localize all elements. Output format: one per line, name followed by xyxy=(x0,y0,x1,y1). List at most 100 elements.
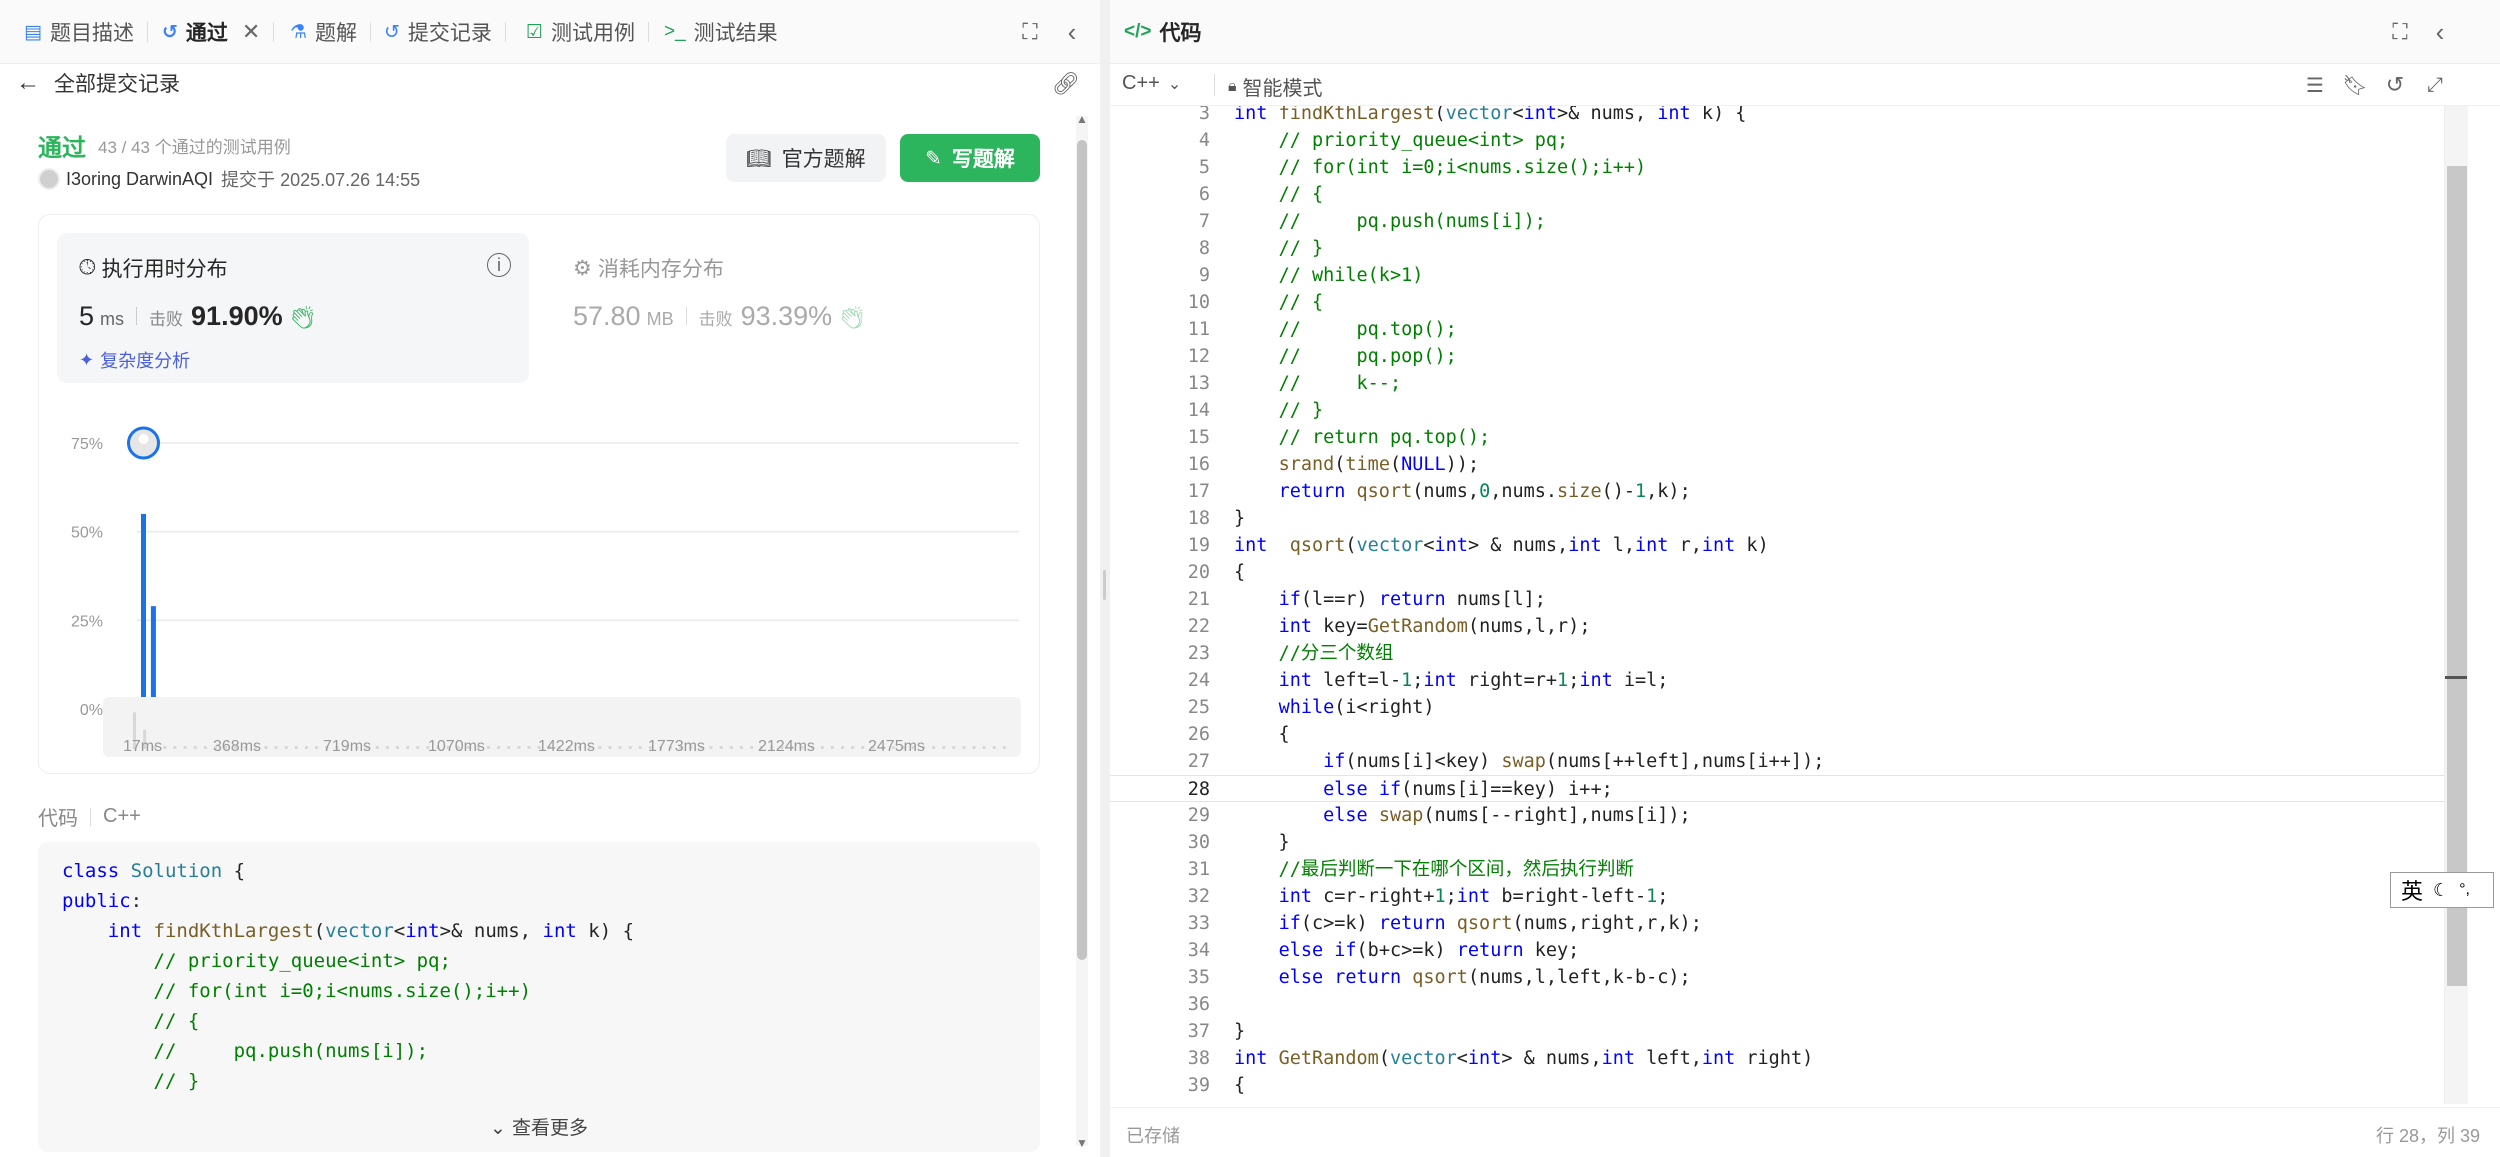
code-line[interactable]: 18} xyxy=(1110,505,2444,532)
minimap-bar xyxy=(527,746,531,749)
see-more-button[interactable]: ⌄ 查看更多 xyxy=(38,1113,1040,1140)
code-line[interactable]: 34 else if(b+c>=k) return key; xyxy=(1110,937,2444,964)
code-line[interactable]: 9 // while(k>1) xyxy=(1110,262,2444,289)
minimap-bar xyxy=(972,746,976,749)
tab-description[interactable]: ▤ 题目描述 xyxy=(24,0,148,64)
code-line[interactable]: 15 // return pq.top(); xyxy=(1110,424,2444,451)
reset-icon[interactable]: ↺ xyxy=(2382,72,2408,98)
code-line[interactable]: 27 if(nums[i]<key) swap(nums[++left],num… xyxy=(1110,748,2444,775)
code-line[interactable]: 21 if(l==r) return nums[l]; xyxy=(1110,586,2444,613)
format-icon[interactable]: ☰ xyxy=(2302,72,2328,98)
back-to-submissions[interactable]: ← 全部提交记录 xyxy=(16,68,180,98)
ime-indicator[interactable]: 英 ☾ °, xyxy=(2390,872,2494,908)
code-line[interactable]: 3 int findKthLargest(vector<int>& nums, i… xyxy=(1110,106,2444,127)
code-line[interactable]: 38 int GetRandom(vector<int> & nums,int l… xyxy=(1110,1045,2444,1072)
code-line[interactable]: 25 while(i<right) xyxy=(1110,694,2444,721)
sparkle-icon: ✦ xyxy=(79,349,95,370)
code-line[interactable]: 11 // pq.top(); xyxy=(1110,316,2444,343)
line-number: 8 xyxy=(1198,238,1210,259)
minimap-bar xyxy=(203,746,207,749)
status-accepted: 通过 xyxy=(38,135,86,162)
line-code: // { xyxy=(1278,184,1324,205)
collapse-icon[interactable]: ‹ xyxy=(1058,17,1086,47)
smart-mode-toggle[interactable]: 🔒︎ 智能模式 xyxy=(1228,72,1323,101)
code-line[interactable]: 28 else if(nums[i]==key) i++; xyxy=(1110,775,2444,802)
line-number: 23 xyxy=(1187,643,1210,664)
runtime-tab[interactable]: 🕓︎ 执行用时分布 i 5 ms 击败 91.90% 👏︎ ✦ 复杂度分析 xyxy=(57,233,529,383)
code-line[interactable]: 14 // } xyxy=(1110,397,2444,424)
scrollbar-thumb[interactable] xyxy=(2447,166,2467,986)
minimap-bar xyxy=(395,746,399,749)
editor-scrollbar[interactable] xyxy=(2444,106,2468,1104)
code-line[interactable]: 4 // priority_queue<int> pq; xyxy=(1110,127,2444,154)
chart-bar[interactable] xyxy=(141,513,146,709)
tab-code[interactable]: </> 代码 xyxy=(1124,0,1201,64)
line-number: 38 xyxy=(1187,1048,1210,1069)
complexity-analysis-link[interactable]: ✦ 复杂度分析 xyxy=(79,347,190,373)
language-select[interactable]: C++ ⌄ xyxy=(1122,72,1181,95)
code-line[interactable]: 16 srand(time(NULL)); xyxy=(1110,451,2444,478)
saved-status: 已存储 xyxy=(1126,1126,1180,1146)
code-line[interactable]: 20 { xyxy=(1110,559,2444,586)
code-line[interactable]: 29 else swap(nums[--right],nums[i]); xyxy=(1110,802,2444,829)
code-line[interactable]: 5 // for(int i=0;i<nums.size();i++) xyxy=(1110,154,2444,181)
chart-bar[interactable] xyxy=(150,606,156,709)
collapse-icon[interactable]: ‹ xyxy=(2426,17,2454,47)
line-code: //最后判断一下在哪个区间，然后执行判断 xyxy=(1278,859,1634,880)
maximize-icon[interactable]: ⛶ xyxy=(2386,18,2414,46)
code-line[interactable]: 22 int key=GetRandom(nums,l,r); xyxy=(1110,613,2444,640)
tab-accepted[interactable]: ↺ 通过 ✕ xyxy=(162,0,275,64)
scrollbar-thumb[interactable] xyxy=(1077,140,1087,960)
code-editor[interactable]: 3 int findKthLargest(vector<int>& nums, i… xyxy=(1110,106,2444,1106)
code-line[interactable]: 12 // pq.pop(); xyxy=(1110,343,2444,370)
left-scrollbar[interactable]: ▲ ▼ xyxy=(1076,112,1088,1150)
bookmark-icon[interactable]: 🔖︎ xyxy=(2342,72,2368,98)
maximize-icon[interactable]: ⛶ xyxy=(1016,18,1044,46)
code-line[interactable]: 24 int left=l-1;int right=r+1;int i=l; xyxy=(1110,667,2444,694)
fullscreen-icon[interactable]: ⤢ xyxy=(2422,72,2448,98)
code-line[interactable]: 8 // } xyxy=(1110,235,2444,262)
close-tab-icon[interactable]: ✕ xyxy=(242,19,260,45)
code-line[interactable]: 37} xyxy=(1110,1018,2444,1045)
tab-submissions[interactable]: ↺ 提交记录 xyxy=(384,0,506,64)
code-line[interactable]: 10 // { xyxy=(1110,289,2444,316)
tab-testcases[interactable]: ☑ 测试用例 xyxy=(526,0,650,64)
code-line[interactable]: 39 { xyxy=(1110,1072,2444,1099)
code-line[interactable]: 6 // { xyxy=(1110,181,2444,208)
tab-solutions[interactable]: ⚗ 题解 xyxy=(290,0,372,64)
line-code: int qsort(vector<int> & nums,int l,int r… xyxy=(1234,535,1769,556)
code-line[interactable]: 17 return qsort(nums,0,nums.size()-1,k); xyxy=(1110,478,2444,505)
code-line[interactable]: 7 // pq.push(nums[i]); xyxy=(1110,208,2444,235)
line-code: //分三个数组 xyxy=(1278,643,1394,664)
official-solution-button[interactable]: 📖︎ 官方题解 xyxy=(726,134,886,182)
lock-icon: 🔒︎ xyxy=(1228,77,1237,95)
code-line[interactable]: 35 else return qsort(nums,l,left,k-b-c); xyxy=(1110,964,2444,991)
code-line[interactable]: 23 //分三个数组 xyxy=(1110,640,2444,667)
link-icon[interactable]: 🔗︎ xyxy=(1052,70,1080,98)
tab-test-result[interactable]: >_ 测试结果 xyxy=(664,0,778,64)
line-number: 31 xyxy=(1187,859,1210,880)
code-line[interactable]: 32 int c=r-right+1;int b=right-left-1; xyxy=(1110,883,2444,910)
code-line[interactable]: 36 xyxy=(1110,991,2444,1018)
info-icon[interactable]: i xyxy=(487,253,511,277)
editor-tab-bar: </> 代码 ⛶ ‹ xyxy=(1110,0,2500,64)
runtime-title: 执行用时分布 xyxy=(101,258,228,281)
username[interactable]: I3oring DarwinAQI xyxy=(66,169,213,190)
memory-tab[interactable]: ⚙ 消耗内存分布 57.80 MB 击败 93.39% 👏︎ xyxy=(551,233,1023,383)
chart-range-slider[interactable]: 17ms 368ms 719ms 1070ms 1422ms 1773ms 2124ms 24… xyxy=(103,697,1021,757)
line-code: else if(b+c>=k) return key; xyxy=(1278,940,1580,961)
code-line[interactable]: 13 // k--; xyxy=(1110,370,2444,397)
code-line[interactable]: 26 { xyxy=(1110,721,2444,748)
avatar[interactable] xyxy=(38,168,60,190)
write-solution-button[interactable]: ✎ 写题解 xyxy=(900,134,1040,182)
line-code: } xyxy=(1234,1021,1246,1042)
code-preview-line: // pq.push(nums[i]); xyxy=(153,1040,429,1062)
code-line[interactable]: 33 if(c>=k) return qsort(nums,right,r,k)… xyxy=(1110,910,2444,937)
code-line[interactable]: 31 //最后判断一下在哪个区间，然后执行判断 xyxy=(1110,856,2444,883)
line-code: while(i<right) xyxy=(1278,697,1435,718)
code-line[interactable]: 30 } xyxy=(1110,829,2444,856)
code-line[interactable]: 19 int qsort(vector<int> & nums,int l,int… xyxy=(1110,532,2444,559)
minimap-bar xyxy=(841,746,845,749)
pane-splitter[interactable] xyxy=(1100,0,1110,1157)
minimap-bar xyxy=(183,746,187,749)
